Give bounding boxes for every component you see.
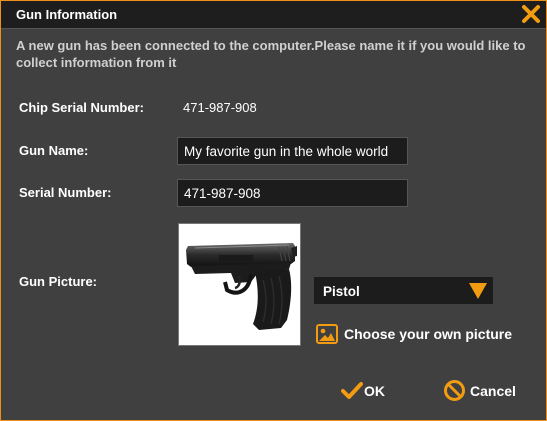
- gun-name-input[interactable]: [177, 137, 408, 165]
- dialog-title: Gun Information: [16, 7, 118, 22]
- gun-picture[interactable]: [178, 223, 301, 346]
- pistol-image: [186, 243, 297, 330]
- dropdown-arrow-icon: [469, 283, 487, 302]
- cancel-button[interactable]: Cancel: [443, 379, 523, 403]
- chip-serial-label: Chip Serial Number:: [19, 100, 144, 115]
- choose-picture-label: Choose your own picture: [344, 326, 513, 342]
- gun-name-label: Gun Name:: [19, 143, 89, 158]
- ok-button[interactable]: OK: [341, 379, 391, 403]
- serial-number-input[interactable]: [177, 179, 408, 207]
- picture-type-select[interactable]: Pistol: [314, 277, 493, 304]
- serial-number-label: Serial Number:: [19, 185, 112, 200]
- picture-type-selected: Pistol: [323, 284, 360, 299]
- gun-information-dialog: Gun Information A new gun has been conne…: [0, 0, 547, 421]
- checkmark-icon: [341, 381, 363, 406]
- intro-text: A new gun has been connected to the comp…: [16, 38, 526, 70]
- chip-serial-value: 471-987-908: [183, 100, 257, 115]
- cancel-label: Cancel: [470, 383, 516, 399]
- title-bar: Gun Information: [1, 1, 546, 29]
- ok-label: OK: [364, 383, 385, 399]
- prohibit-icon: [443, 379, 466, 407]
- close-icon[interactable]: [521, 4, 541, 24]
- gun-picture-label: Gun Picture:: [19, 274, 98, 289]
- image-icon: [316, 324, 338, 349]
